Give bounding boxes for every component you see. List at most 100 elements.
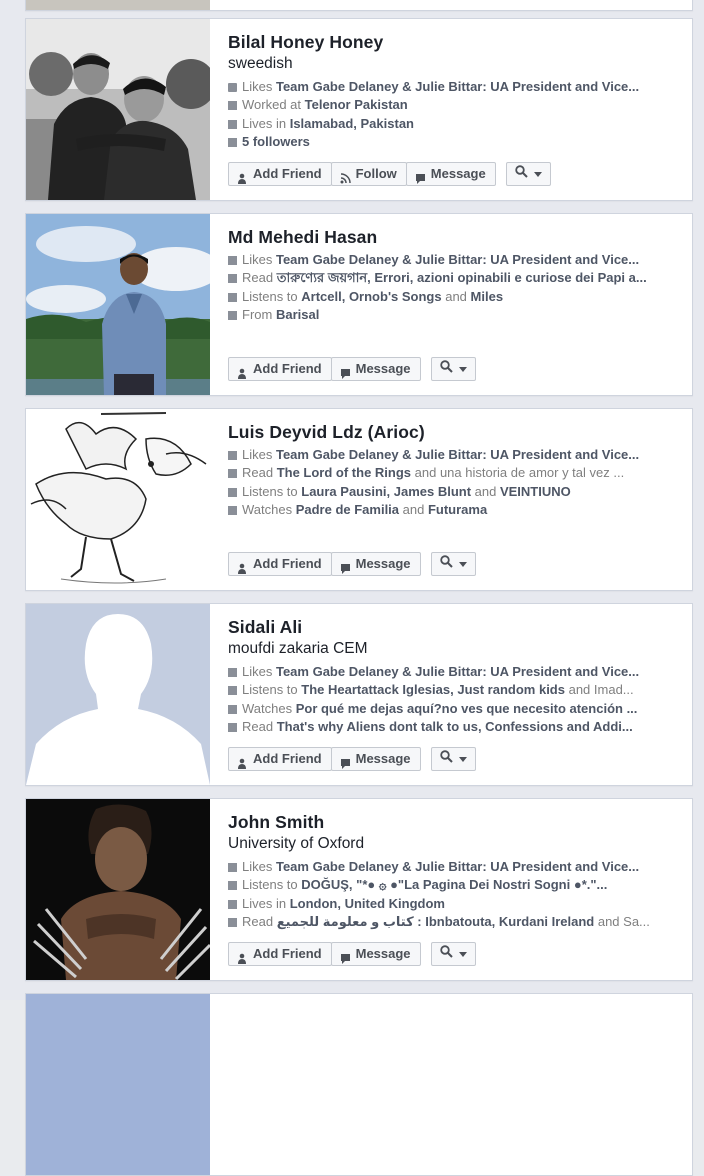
- profile-photo[interactable]: [26, 214, 210, 395]
- detail-line: Listens to The Heartattack Iglesias, Jus…: [228, 681, 680, 699]
- add-friend-button[interactable]: Add Friend: [228, 747, 332, 771]
- message-icon: [415, 169, 426, 184]
- detail-link[interactable]: كتاب و معلومة للجميع : Ibnbatouta, Kurda…: [277, 914, 595, 929]
- more-options-button[interactable]: [430, 942, 476, 966]
- message-button[interactable]: Message: [405, 162, 496, 186]
- book-icon: [228, 469, 237, 479]
- profile-name[interactable]: Sidali Ali: [228, 616, 680, 638]
- profile-details: Likes Team Gabe Delaney & Julie Bittar: …: [228, 78, 680, 151]
- message-button[interactable]: Message: [330, 747, 421, 771]
- detail-link[interactable]: London, United Kingdom: [290, 896, 445, 911]
- chevron-down-icon: [458, 756, 467, 762]
- profile-name[interactable]: John Smith: [228, 811, 680, 833]
- message-icon: [340, 754, 351, 769]
- profile-name[interactable]: Bilal Honey Honey: [228, 31, 680, 53]
- detail-line: From Barisal: [228, 306, 680, 324]
- tv-icon: [228, 704, 237, 714]
- profile-details: Likes Team Gabe Delaney & Julie Bittar: …: [228, 663, 680, 736]
- more-options-button[interactable]: [430, 552, 476, 576]
- detail-line: Likes Team Gabe Delaney & Julie Bittar: …: [228, 251, 680, 269]
- briefcase-icon: [228, 101, 237, 111]
- chevron-down-icon: [458, 561, 467, 567]
- result-card: John Smith University of Oxford Likes Te…: [25, 798, 693, 981]
- message-button[interactable]: Message: [330, 552, 421, 576]
- detail-link[interactable]: Team Gabe Delaney & Julie Bittar: UA Pre…: [276, 79, 639, 94]
- like-icon: [228, 668, 237, 677]
- action-buttons: Add Friend Message: [228, 357, 476, 381]
- profile-photo[interactable]: [26, 604, 210, 785]
- detail-line: Likes Team Gabe Delaney & Julie Bittar: …: [228, 446, 680, 464]
- like-icon: [228, 256, 237, 265]
- detail-link[interactable]: Laura Pausini, James Blunt: [301, 484, 471, 499]
- detail-line: Read The Lord of the Rings and una histo…: [228, 464, 680, 482]
- music-icon: [228, 686, 237, 696]
- more-options-button[interactable]: [505, 162, 551, 186]
- detail-line: Listens to Artcell, Ornob's Songs and Mi…: [228, 288, 680, 306]
- more-options-button[interactable]: [430, 357, 476, 381]
- action-buttons: Add Friend Message: [228, 942, 476, 966]
- search-icon: [515, 163, 528, 185]
- detail-link[interactable]: Futurama: [428, 502, 487, 517]
- action-buttons: Add Friend Follow Message: [228, 162, 551, 186]
- detail-link[interactable]: Islamabad, Pakistan: [290, 116, 414, 131]
- profile-photo[interactable]: [26, 409, 210, 590]
- detail-line: Likes Team Gabe Delaney & Julie Bittar: …: [228, 663, 680, 681]
- location-icon: [228, 310, 237, 320]
- detail-line: Lives in London, United Kingdom: [228, 895, 680, 913]
- next-result-card: [25, 993, 693, 1176]
- add-friend-icon: [237, 169, 248, 184]
- book-icon: [228, 917, 237, 927]
- detail-line: Read That's why Aliens dont talk to us, …: [228, 718, 680, 736]
- profile-subtitle: moufdi zakaria CEM: [228, 640, 368, 657]
- detail-link[interactable]: তারুণ্যের জয়গান, Errori, azioni opinabi…: [277, 270, 647, 285]
- message-button[interactable]: Message: [330, 357, 421, 381]
- like-icon: [228, 863, 237, 872]
- tv-icon: [228, 505, 237, 515]
- detail-link[interactable]: That's why Aliens dont talk to us, Confe…: [277, 719, 633, 734]
- profile-photo[interactable]: [26, 799, 210, 980]
- add-friend-button[interactable]: Add Friend: [228, 942, 332, 966]
- detail-line: Watches Por qué me dejas aquí?no ves que…: [228, 700, 680, 718]
- detail-link[interactable]: Por qué me dejas aquí?no ves que necesit…: [296, 701, 638, 716]
- detail-link[interactable]: Team Gabe Delaney & Julie Bittar: UA Pre…: [276, 859, 639, 874]
- detail-line: Read كتاب و معلومة للجميع : Ibnbatouta, …: [228, 913, 680, 931]
- more-options-button[interactable]: [430, 747, 476, 771]
- profile-name[interactable]: Luis Deyvid Ldz (Arioc): [228, 421, 680, 443]
- follow-button[interactable]: Follow: [330, 162, 407, 186]
- search-icon: [439, 358, 453, 380]
- add-friend-icon: [237, 754, 248, 769]
- detail-link[interactable]: Padre de Familia: [296, 502, 399, 517]
- action-buttons: Add Friend Message: [228, 552, 476, 576]
- chevron-down-icon: [458, 366, 467, 372]
- rss-icon: [340, 169, 351, 183]
- detail-link[interactable]: Barisal: [276, 307, 319, 322]
- add-friend-button[interactable]: Add Friend: [228, 357, 332, 381]
- profile-details: Likes Team Gabe Delaney & Julie Bittar: …: [228, 858, 680, 931]
- music-icon: [228, 292, 237, 302]
- detail-link[interactable]: Miles: [471, 289, 504, 304]
- detail-link[interactable]: The Heartattack Iglesias, Just random ki…: [301, 682, 565, 697]
- profile-photo[interactable]: [26, 19, 210, 200]
- detail-link[interactable]: Team Gabe Delaney & Julie Bittar: UA Pre…: [276, 447, 639, 462]
- add-friend-button[interactable]: Add Friend: [228, 552, 332, 576]
- detail-link[interactable]: Artcell, Ornob's Songs: [301, 289, 441, 304]
- add-friend-icon: [237, 364, 248, 379]
- add-friend-button[interactable]: Add Friend: [228, 162, 332, 186]
- detail-link[interactable]: VEINTIUNO: [500, 484, 571, 499]
- detail-line: Likes Team Gabe Delaney & Julie Bittar: …: [228, 78, 680, 96]
- like-icon: [228, 83, 237, 92]
- detail-link[interactable]: 5 followers: [242, 134, 310, 149]
- profile-photo: [26, 0, 210, 10]
- detail-link[interactable]: Telenor Pakistan: [305, 97, 408, 112]
- detail-line: Listens to DOĞUŞ, "*● ۞ ●"La Pagina Dei …: [228, 876, 680, 894]
- message-button[interactable]: Message: [330, 942, 421, 966]
- home-icon: [228, 899, 237, 909]
- detail-line: 5 followers: [228, 133, 680, 151]
- detail-link[interactable]: Team Gabe Delaney & Julie Bittar: UA Pre…: [276, 664, 639, 679]
- profile-details: Likes Team Gabe Delaney & Julie Bittar: …: [228, 251, 680, 324]
- detail-link[interactable]: DOĞUŞ, "*● ۞ ●"La Pagina Dei Nostri Sogn…: [301, 877, 607, 892]
- detail-line: Worked at Telenor Pakistan: [228, 96, 680, 114]
- detail-link[interactable]: Team Gabe Delaney & Julie Bittar: UA Pre…: [276, 252, 639, 267]
- profile-name[interactable]: Md Mehedi Hasan: [228, 226, 680, 248]
- detail-link[interactable]: The Lord of the Rings: [277, 465, 411, 480]
